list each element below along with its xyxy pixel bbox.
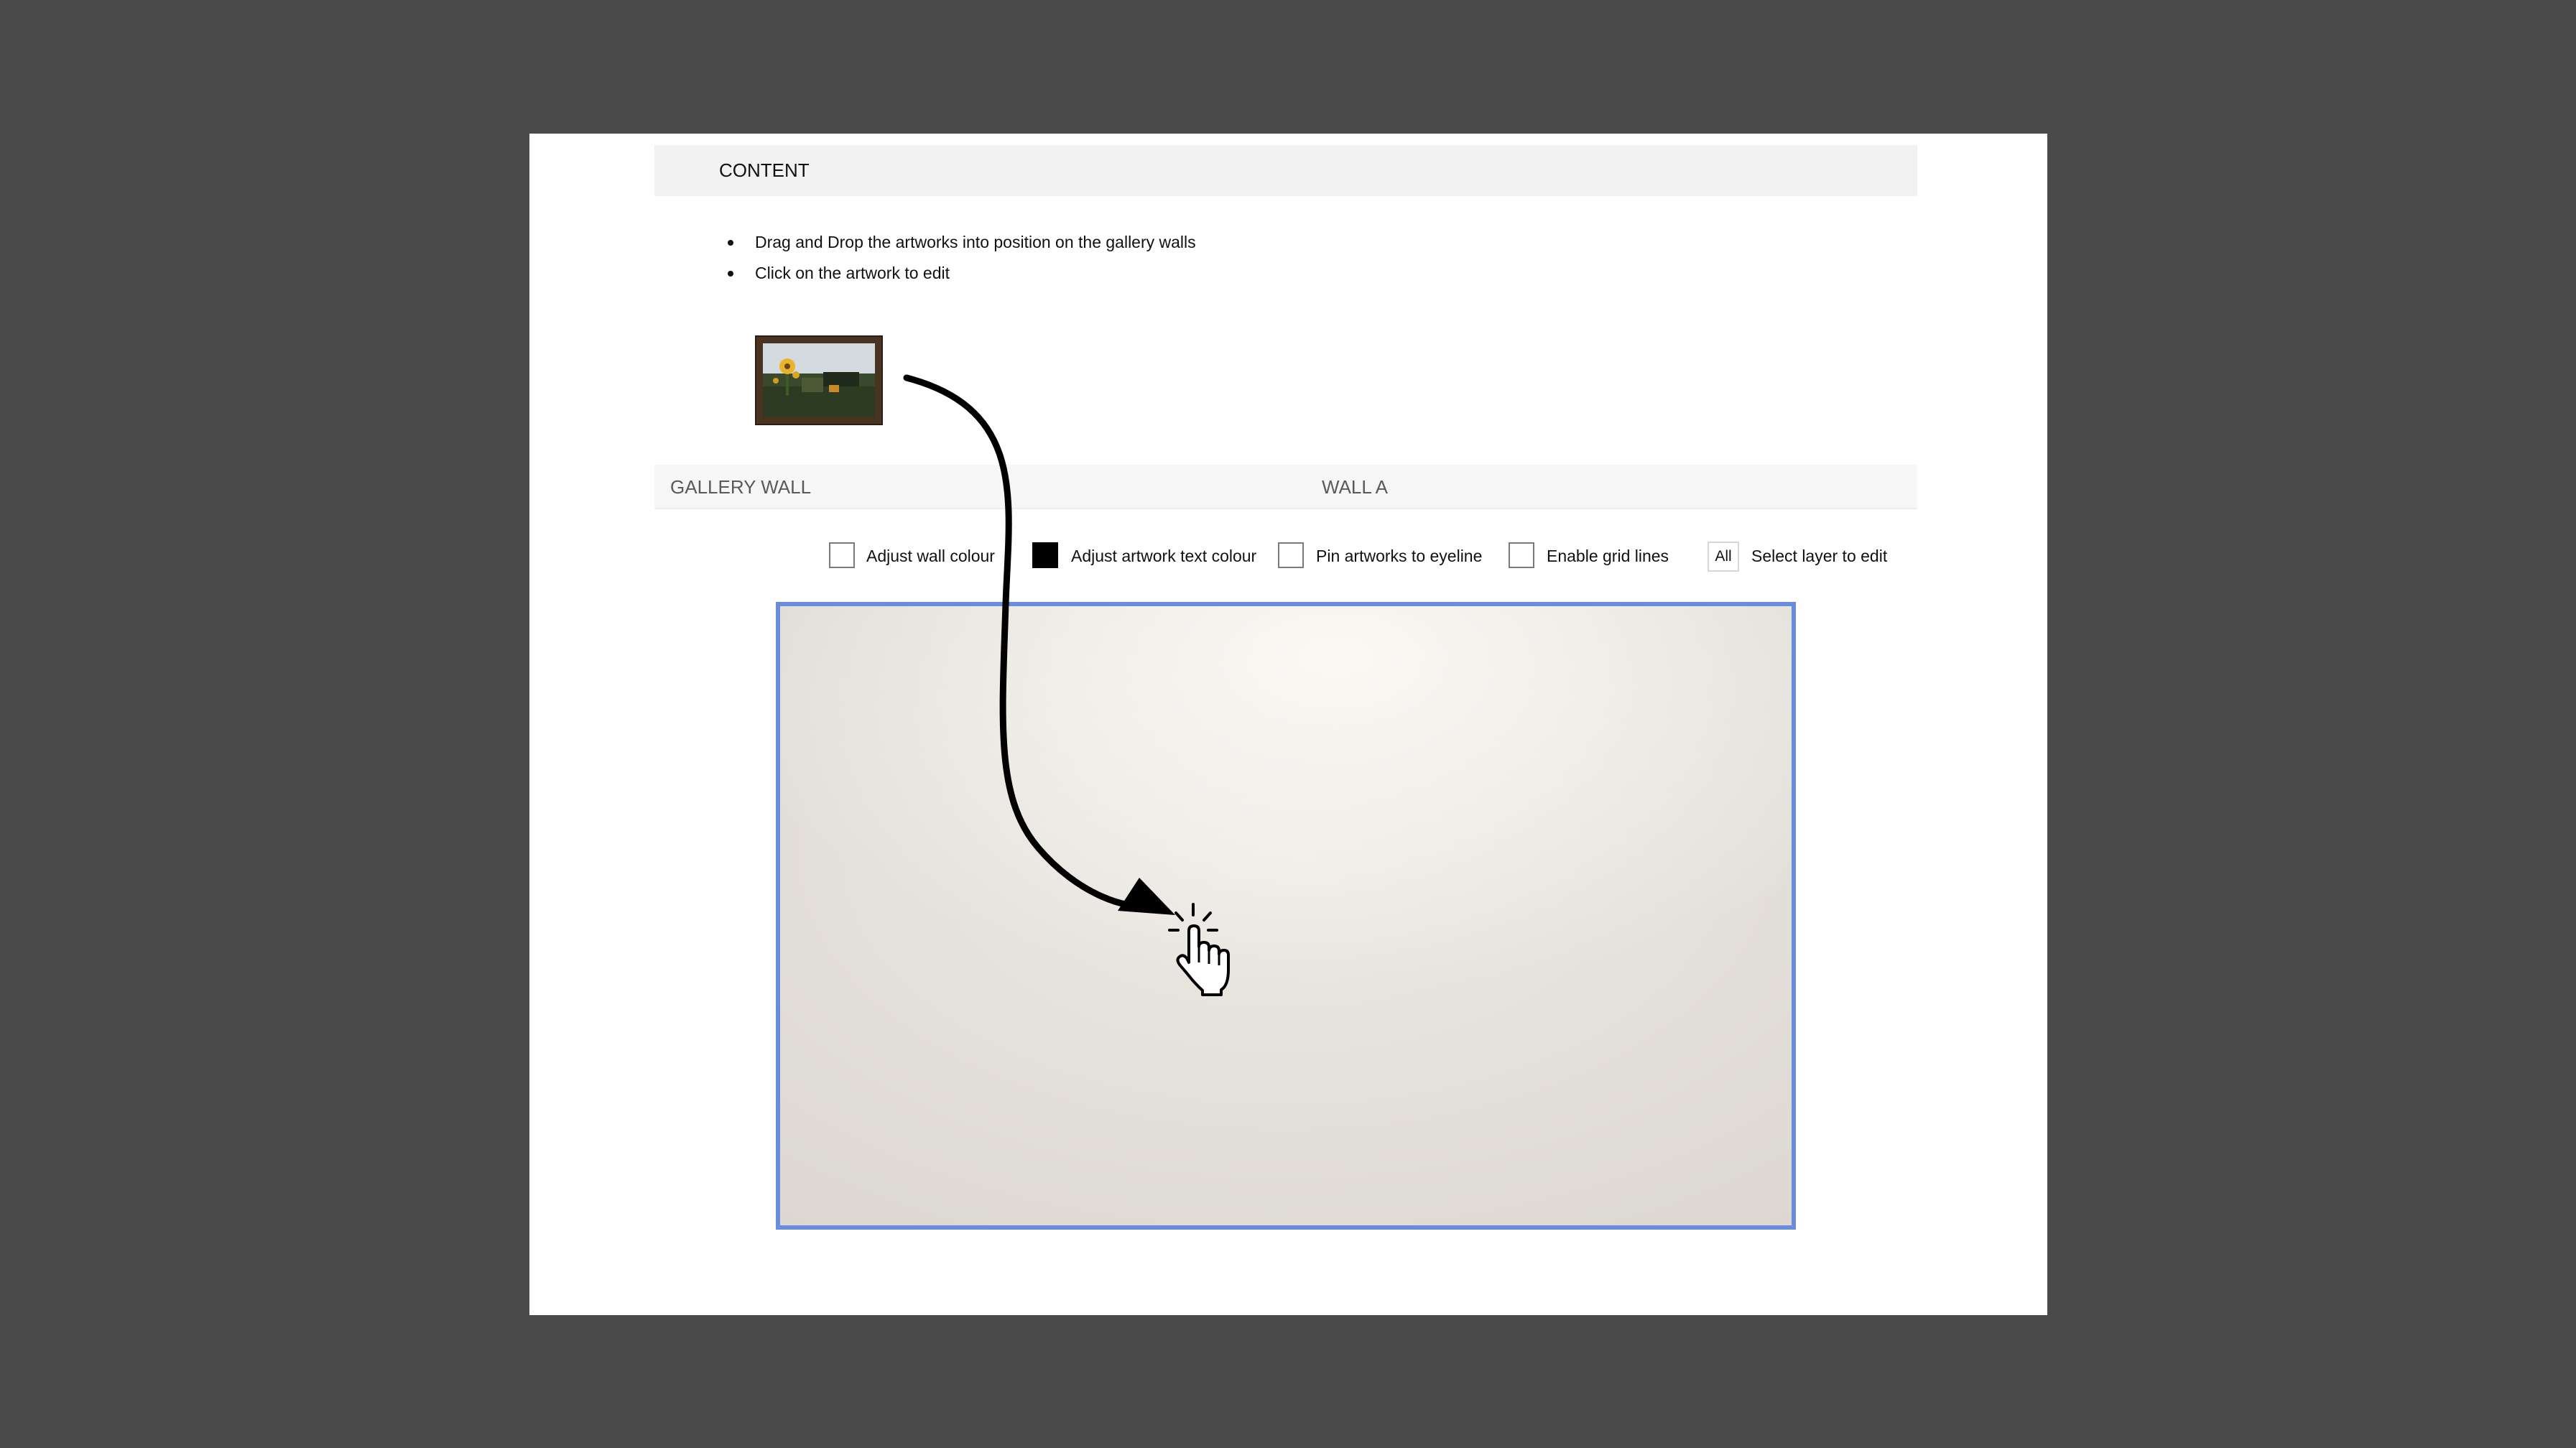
- list-item: Click on the artwork to edit: [726, 259, 1196, 290]
- gallery-wall-bar: GALLERY WALL WALL A: [654, 465, 1917, 509]
- gallery-wall-title: GALLERY WALL: [670, 476, 812, 498]
- adjust-wall-colour-label: Adjust wall colour: [866, 547, 995, 565]
- gallery-wall-canvas[interactable]: [776, 602, 1796, 1230]
- instructions-list: Drag and Drop the artworks into position…: [726, 228, 1196, 290]
- layer-select[interactable]: All: [1708, 542, 1739, 572]
- adjust-wall-colour-checkbox[interactable]: [829, 542, 855, 568]
- adjust-artwork-text-colour-label: Adjust artwork text colour: [1071, 547, 1257, 565]
- pin-eyeline-checkbox[interactable]: [1278, 542, 1304, 568]
- pin-eyeline-label: Pin artworks to eyeline: [1316, 547, 1483, 565]
- list-item: Drag and Drop the artworks into position…: [726, 228, 1196, 259]
- artwork-text-colour-swatch[interactable]: [1032, 542, 1058, 568]
- wall-name: WALL A: [1322, 476, 1389, 498]
- grid-lines-label: Enable grid lines: [1547, 547, 1669, 565]
- artwork-image: [763, 343, 875, 417]
- layer-select-label: Select layer to edit: [1751, 547, 1888, 565]
- grid-lines-checkbox[interactable]: [1509, 542, 1534, 568]
- content-section-title: CONTENT: [719, 159, 810, 181]
- content-section-header: CONTENT: [654, 145, 1917, 196]
- artwork-thumbnail[interactable]: [755, 335, 883, 425]
